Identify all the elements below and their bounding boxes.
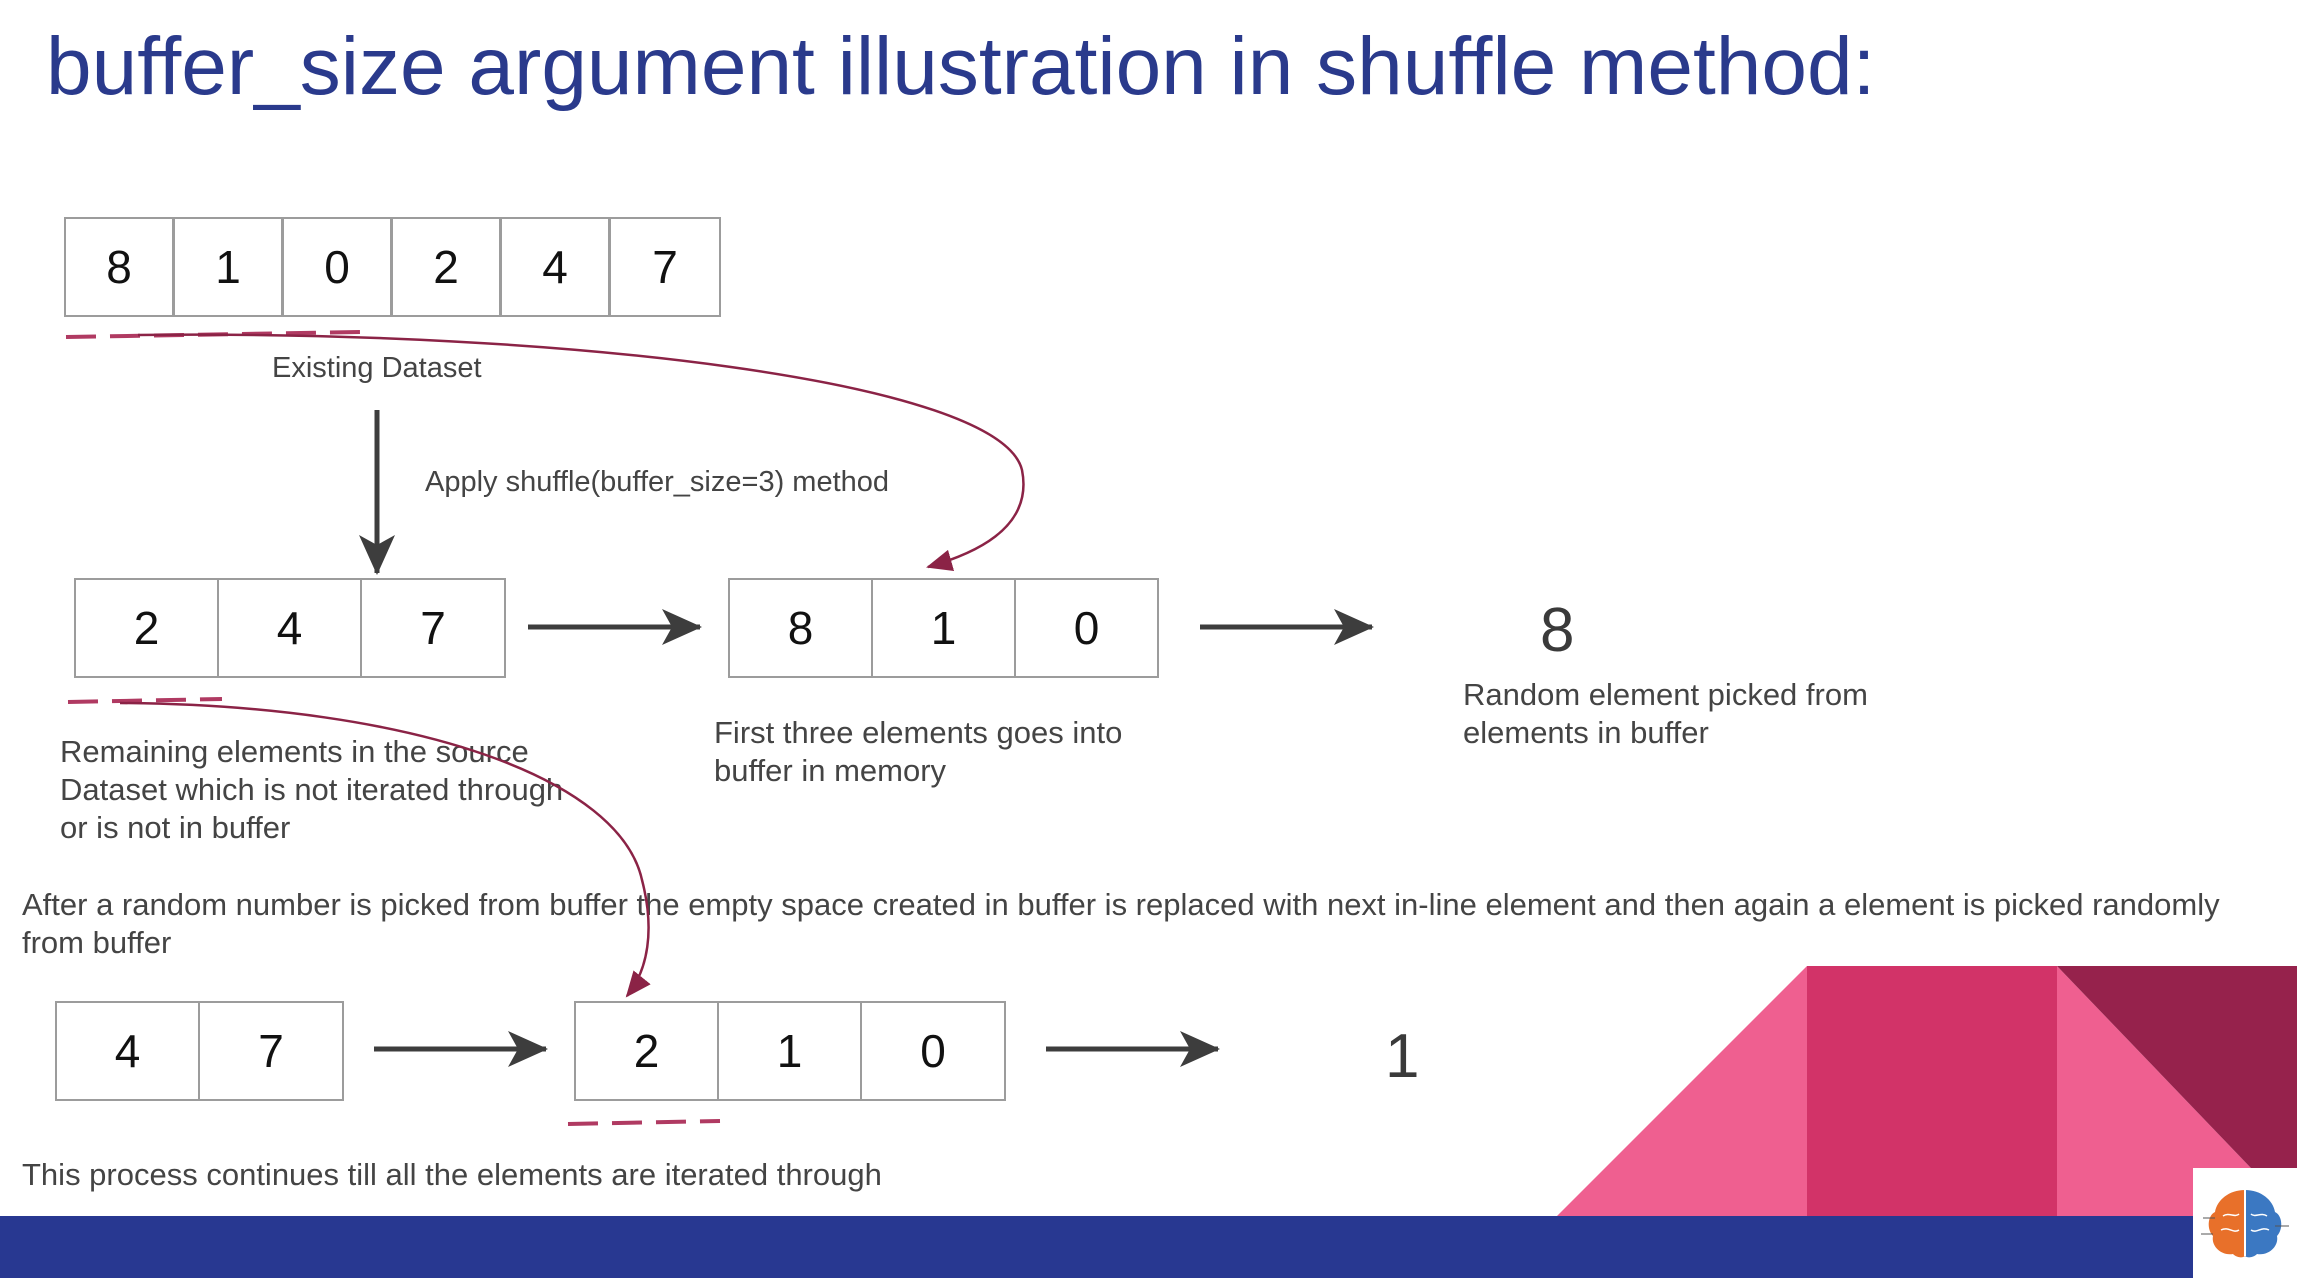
connectors [65,330,1374,1126]
dash-underline-buffer2 [567,1119,721,1126]
dash-underline-remaining [67,697,223,704]
curve-arrow-to-buffer-2 [119,701,651,998]
slide: buffer_size argument illustration in shu… [0,0,2297,1278]
brain-logo-icon [2201,1190,2289,1258]
bottom-bar [0,1216,2297,1278]
logo-box [2193,1168,2297,1278]
curve-arrow-to-buffer [137,333,1025,571]
